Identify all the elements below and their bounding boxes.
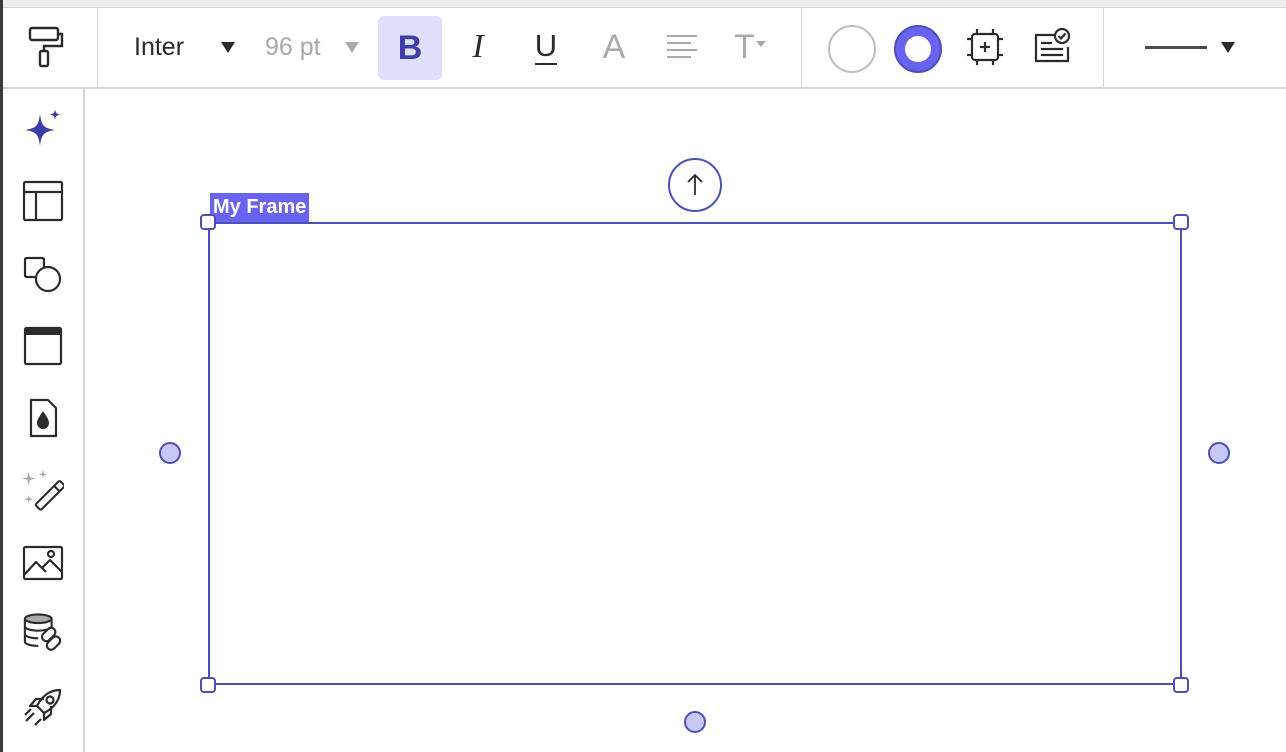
checklist-icon	[1034, 27, 1071, 63]
align-left-icon	[667, 35, 697, 58]
rocket-icon[interactable]	[22, 686, 64, 728]
connector-handle-left[interactable]	[159, 442, 181, 464]
italic-icon: I	[472, 28, 484, 65]
layout-template-icon[interactable]	[22, 180, 64, 222]
chevron-down-icon	[221, 42, 235, 53]
resize-handle-bottom-right[interactable]	[1173, 677, 1189, 693]
connector-handle-bottom[interactable]	[684, 711, 706, 733]
shapes-icon[interactable]	[22, 253, 64, 295]
container-frame-icon[interactable]	[22, 325, 64, 367]
format-painter-icon[interactable]	[22, 24, 66, 70]
text-align-button[interactable]	[660, 24, 704, 70]
underline-button[interactable]: U	[524, 24, 568, 70]
data-link-icon[interactable]	[22, 613, 64, 655]
crop-frame-icon	[967, 29, 1003, 65]
frame-crop-button[interactable]	[962, 24, 1008, 70]
checklist-button[interactable]	[1030, 24, 1076, 70]
text-options-button[interactable]: T	[728, 24, 772, 70]
frame-name-label[interactable]: My Frame	[210, 193, 310, 222]
formatting-toolbar	[3, 7, 1286, 89]
chevron-down-icon	[1221, 41, 1235, 53]
fill-drop-icon[interactable]	[22, 397, 64, 439]
underline-bar	[535, 62, 557, 65]
chevron-down-icon	[345, 42, 359, 53]
underline-icon: U	[534, 27, 558, 63]
text-options-icon: T	[734, 27, 755, 66]
font-family-value: Inter	[134, 33, 185, 61]
italic-button[interactable]: I	[456, 24, 500, 70]
line-style-icon	[1145, 45, 1207, 49]
chevron-down-icon	[755, 41, 766, 47]
stroke-color-button[interactable]	[892, 23, 944, 75]
resize-handle-top-right[interactable]	[1173, 214, 1189, 230]
text-color-icon: A	[602, 27, 626, 66]
connector-handle-right[interactable]	[1208, 442, 1230, 464]
selected-frame[interactable]	[208, 222, 1182, 685]
resize-handle-top-left[interactable]	[200, 214, 216, 230]
image-icon[interactable]	[22, 542, 64, 584]
window-top-strip	[0, 0, 1286, 7]
magic-wand-icon[interactable]	[22, 470, 64, 512]
line-style-dropdown[interactable]	[1140, 30, 1240, 64]
toolbar-divider	[801, 7, 802, 87]
font-size-value: 96 pt	[265, 33, 321, 61]
fill-circle-icon	[828, 25, 876, 73]
arrow-up-icon	[687, 173, 703, 195]
toolbar-divider	[97, 7, 98, 87]
stroke-ring-icon	[894, 25, 942, 73]
bold-button[interactable]: B	[378, 16, 442, 80]
toolbar-divider	[1103, 7, 1104, 87]
text-color-button[interactable]: A	[592, 24, 636, 70]
rotate-handle[interactable]	[668, 158, 722, 212]
resize-handle-bottom-left[interactable]	[200, 677, 216, 693]
ai-sparkle-icon[interactable]	[22, 108, 64, 150]
bold-icon: B	[397, 28, 423, 67]
fill-color-button[interactable]	[826, 23, 878, 75]
